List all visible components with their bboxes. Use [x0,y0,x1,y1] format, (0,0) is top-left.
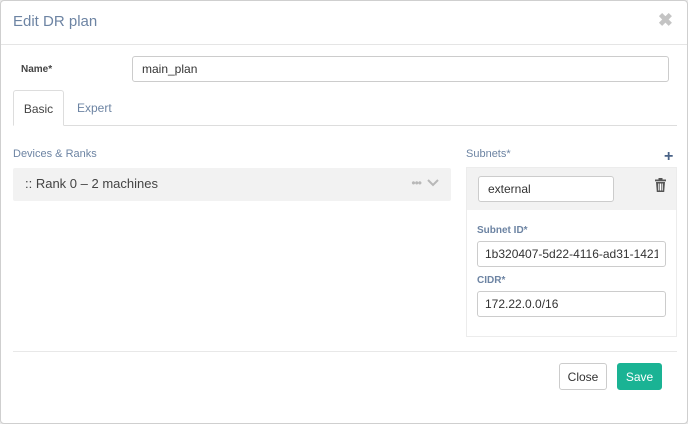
rank-label: :: Rank 0 – 2 machines [25,176,158,191]
dialog-title: Edit DR plan [13,13,98,30]
tab-expert[interactable]: Expert [65,90,124,126]
edit-dr-plan-dialog: Edit DR plan ✖ Name* Basic Expert Device… [0,0,688,424]
name-label: Name* [21,64,53,75]
tab-bar: Basic Expert [13,90,677,126]
subnet-id-label: Subnet ID* [477,225,528,236]
subnet-name-input[interactable] [478,176,614,202]
rank-row[interactable]: :: Rank 0 – 2 machines ••• [13,168,451,201]
subnet-card: Subnet ID* CIDR* [466,167,677,337]
more-options-icon[interactable]: ••• [411,176,422,190]
save-button[interactable]: Save [617,363,662,390]
subnet-card-header [467,168,676,210]
close-icon[interactable]: ✖ [658,10,673,30]
trash-icon[interactable] [655,178,666,192]
subnet-id-input[interactable] [477,241,666,267]
devices-ranks-title: Devices & Ranks [13,148,97,160]
cidr-input[interactable] [477,291,666,317]
chevron-down-icon[interactable] [427,177,439,189]
name-input[interactable] [132,56,669,82]
cidr-label: CIDR* [477,275,506,286]
subnets-title: Subnets* [466,148,511,160]
dialog-header: Edit DR plan ✖ [1,1,687,45]
close-button[interactable]: Close [559,363,607,390]
add-subnet-icon[interactable]: + [664,149,673,165]
footer-divider [13,351,677,352]
tab-basic[interactable]: Basic [13,90,64,126]
